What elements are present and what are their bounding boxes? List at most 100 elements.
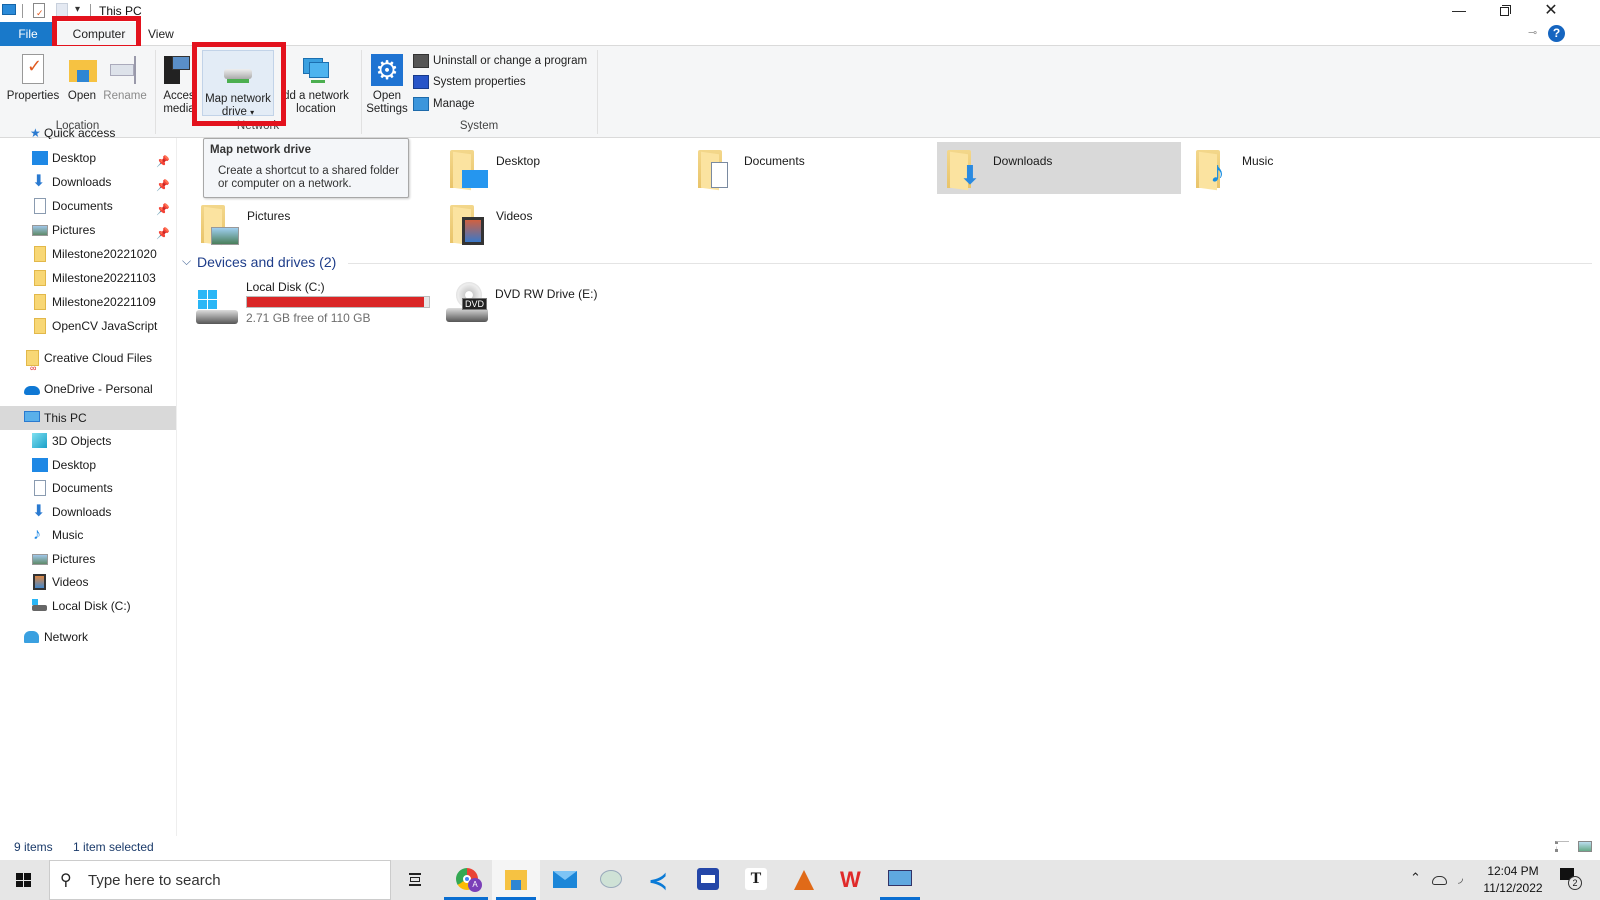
nav-quick-milestone-3[interactable]: Milestone20221109 bbox=[0, 291, 176, 313]
creative-cloud-icon: ∞ bbox=[26, 350, 39, 373]
folder-icon bbox=[34, 294, 46, 310]
documents-icon bbox=[34, 198, 46, 214]
taskbar-paint[interactable] bbox=[588, 860, 636, 900]
nav-quick-desktop[interactable]: Desktop 📌 bbox=[0, 147, 176, 169]
manage-button[interactable]: Manage bbox=[413, 94, 475, 114]
content-pane: Desktop Documents ⬇ Downloads ♪ Music Pi… bbox=[178, 138, 1600, 836]
nav-quick-documents[interactable]: Documents 📌 bbox=[0, 195, 176, 217]
nav-quick-pictures[interactable]: Pictures 📌 bbox=[0, 219, 176, 241]
pin-icon[interactable]: 📌 bbox=[156, 175, 170, 197]
taskbar-remote-desktop[interactable] bbox=[876, 860, 924, 900]
drive-local-disk-c[interactable]: Local Disk (C:) 2.71 GB free of 110 GB bbox=[192, 278, 432, 328]
system-group-label: System bbox=[459, 120, 499, 132]
drive-dvd-rw-e[interactable]: DVD DVD RW Drive (E:) bbox=[442, 278, 682, 328]
taskbar-mail[interactable] bbox=[540, 860, 588, 900]
clock[interactable]: 12:04 PM 11/12/2022 bbox=[1480, 863, 1546, 897]
this-pc-icon bbox=[2, 4, 16, 15]
details-view-button[interactable] bbox=[1555, 841, 1569, 852]
search-box[interactable]: ⚲ Type here to search bbox=[49, 860, 391, 900]
taskbar-typora[interactable]: T bbox=[732, 860, 780, 900]
start-button[interactable] bbox=[0, 860, 48, 900]
nav-pc-music[interactable]: ♪ Music bbox=[0, 524, 176, 546]
music-overlay-icon: ♪ bbox=[1210, 156, 1225, 189]
add-network-location-button[interactable]: dd a network location bbox=[280, 48, 352, 116]
title-bar: ✓ ▾ This PC — ✕ bbox=[0, 0, 1600, 22]
nav-quick-milestone-2[interactable]: Milestone20221103 bbox=[0, 267, 176, 289]
system-properties-button[interactable]: System properties bbox=[413, 72, 526, 92]
nav-quick-access[interactable]: ★ Quick access bbox=[0, 127, 176, 139]
pin-ribbon-icon[interactable]: ⊸ bbox=[1528, 26, 1537, 39]
nav-quick-milestone-1[interactable]: Milestone20221020 bbox=[0, 243, 176, 265]
taskbar-matlab[interactable] bbox=[780, 860, 828, 900]
help-icon[interactable]: ? bbox=[1548, 25, 1565, 42]
properties-icon: ✓ bbox=[16, 54, 50, 86]
close-button[interactable]: ✕ bbox=[1528, 0, 1574, 22]
nav-pc-pictures[interactable]: Pictures bbox=[0, 548, 176, 570]
nav-pc-videos[interactable]: Videos bbox=[0, 571, 176, 593]
show-hidden-icons-button[interactable]: ⌃ bbox=[1410, 870, 1421, 886]
nav-pc-local-disk[interactable]: Local Disk (C:) bbox=[0, 595, 176, 617]
task-view-button[interactable] bbox=[392, 860, 440, 900]
quick-new-folder-icon[interactable] bbox=[56, 3, 68, 18]
map-network-drive-button[interactable]: Map network drive ▾ bbox=[202, 50, 274, 118]
folder-music[interactable]: ♪ Music bbox=[1186, 142, 1430, 194]
restore-button[interactable] bbox=[1482, 0, 1528, 22]
map-network-drive-icon bbox=[221, 57, 255, 89]
nav-network[interactable]: Network bbox=[0, 626, 176, 648]
wps-office-icon: W bbox=[840, 867, 861, 892]
uninstall-icon bbox=[413, 54, 429, 68]
taskbar-scanner[interactable] bbox=[684, 860, 732, 900]
folder-pictures[interactable]: Pictures bbox=[191, 197, 435, 249]
uninstall-program-button[interactable]: Uninstall or change a program bbox=[413, 51, 587, 71]
folder-videos[interactable]: Videos bbox=[440, 197, 684, 249]
nav-pc-downloads[interactable]: ⬇ Downloads bbox=[0, 501, 176, 523]
properties-button[interactable]: ✓ Properties bbox=[4, 48, 62, 103]
pin-icon[interactable]: 📌 bbox=[156, 199, 170, 221]
taskbar-vscode[interactable]: ≺ bbox=[636, 860, 684, 900]
wifi-icon[interactable]: ◞ bbox=[1458, 870, 1463, 886]
nav-onedrive[interactable]: OneDrive - Personal bbox=[0, 378, 176, 400]
desktop-icon bbox=[32, 151, 48, 165]
customize-quick-access-icon[interactable]: ▾ bbox=[75, 4, 80, 15]
search-icon: ⚲ bbox=[60, 872, 72, 889]
folder-downloads[interactable]: ⬇ Downloads bbox=[937, 142, 1181, 194]
nav-quick-downloads[interactable]: ⬇ Downloads 📌 bbox=[0, 171, 176, 193]
nav-this-pc[interactable]: This PC bbox=[0, 406, 176, 430]
downloads-overlay-icon: ⬇ bbox=[959, 160, 981, 190]
nav-pc-3d-objects[interactable]: 3D Objects bbox=[0, 430, 176, 452]
quick-properties-icon[interactable]: ✓ bbox=[33, 3, 45, 18]
large-icons-view-button[interactable] bbox=[1578, 841, 1592, 852]
pin-icon[interactable]: 📌 bbox=[156, 151, 170, 173]
access-media-button[interactable]: Acces media bbox=[157, 48, 197, 116]
onedrive-tray-icon[interactable] bbox=[1432, 876, 1447, 885]
tab-view[interactable]: View bbox=[136, 22, 186, 46]
downloads-icon: ⬇ bbox=[32, 173, 46, 190]
pictures-overlay-icon bbox=[211, 227, 239, 245]
folder-icon bbox=[34, 270, 46, 286]
nav-creative-cloud[interactable]: ∞ Creative Cloud Files bbox=[0, 347, 176, 373]
pin-icon[interactable]: 📌 bbox=[156, 223, 170, 245]
action-center-button[interactable]: 2 bbox=[1560, 868, 1584, 892]
taskbar-wps-office[interactable]: W bbox=[828, 860, 876, 900]
network-location-icon bbox=[299, 54, 333, 86]
folder-desktop[interactable]: Desktop bbox=[440, 142, 684, 194]
taskbar-chrome[interactable]: A bbox=[444, 860, 492, 900]
onedrive-icon bbox=[24, 386, 40, 395]
taskbar-file-explorer[interactable] bbox=[492, 860, 540, 900]
videos-overlay-icon bbox=[462, 217, 484, 245]
tab-file[interactable]: File bbox=[0, 22, 56, 46]
open-settings-button[interactable]: ⚙ Open Settings bbox=[364, 48, 410, 116]
folder-documents[interactable]: Documents bbox=[688, 142, 932, 194]
minimize-button[interactable]: — bbox=[1436, 0, 1482, 22]
ribbon-tabs: File Computer View ⊸ ? bbox=[0, 22, 1600, 46]
map-network-drive-tooltip: Map network drive Create a shortcut to a… bbox=[203, 138, 409, 198]
nav-pc-documents[interactable]: Documents bbox=[0, 477, 176, 499]
rename-button[interactable]: Rename bbox=[102, 48, 148, 103]
tab-computer[interactable]: Computer bbox=[57, 22, 141, 46]
nav-quick-opencv[interactable]: OpenCV JavaScript bbox=[0, 315, 176, 337]
star-icon: ★ bbox=[30, 127, 41, 139]
open-button[interactable]: Open bbox=[62, 48, 102, 103]
system-properties-icon bbox=[413, 75, 429, 89]
nav-pc-desktop[interactable]: Desktop bbox=[0, 454, 176, 476]
devices-section-header[interactable]: ⌵ Devices and drives (2) bbox=[182, 252, 1592, 274]
